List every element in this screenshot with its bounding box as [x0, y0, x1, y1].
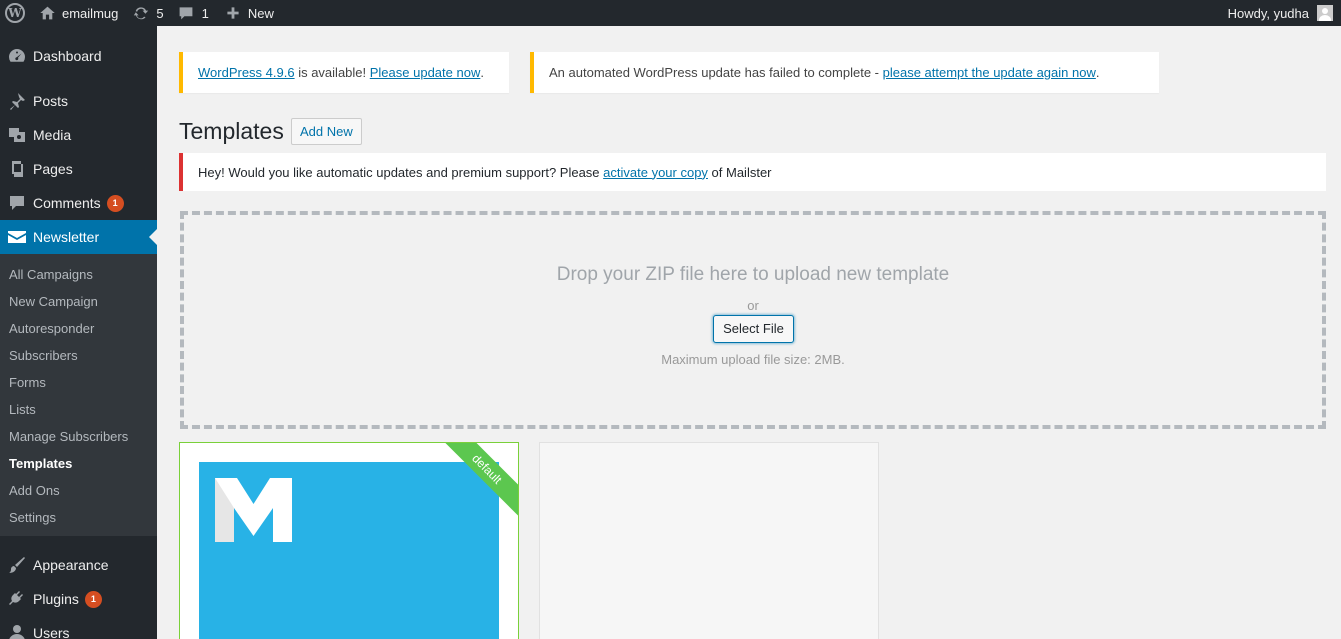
updates-icon — [134, 7, 149, 20]
new-content-menu[interactable]: New — [216, 0, 281, 26]
template-thumbnail[interactable] — [199, 462, 499, 639]
dashboard-icon — [7, 46, 27, 66]
updates-count: 5 — [156, 5, 164, 21]
submenu-templates[interactable]: Templates — [0, 450, 157, 477]
submenu-subscribers[interactable]: Subscribers — [0, 342, 157, 369]
plugin-icon — [7, 589, 27, 609]
upload-dropzone[interactable]: Drop your ZIP file here to upload new te… — [180, 211, 1326, 429]
menu-label: Pages — [33, 161, 73, 177]
submenu-lists[interactable]: Lists — [0, 396, 157, 423]
new-label: New — [247, 5, 274, 21]
submenu-settings[interactable]: Settings — [0, 504, 157, 531]
menu-label: Users — [33, 625, 70, 639]
brush-icon — [7, 555, 27, 575]
plugins-badge: 1 — [84, 590, 102, 608]
failed-update-notice: An automated WordPress update has failed… — [530, 52, 1159, 93]
menu-newsletter[interactable]: Newsletter — [0, 220, 157, 254]
plus-icon — [227, 7, 239, 19]
menu-label: Posts — [33, 93, 69, 109]
menu-pages[interactable]: Pages — [0, 152, 157, 186]
template-card-default[interactable]: default — [179, 442, 519, 639]
wordpress-logo-icon: W — [5, 3, 25, 23]
home-icon — [40, 6, 55, 20]
template-card-empty[interactable] — [539, 442, 879, 639]
dropzone-or: or — [747, 298, 759, 313]
submenu-forms[interactable]: Forms — [0, 369, 157, 396]
menu-plugins[interactable]: Plugins 1 — [0, 582, 157, 616]
menu-label: Plugins — [33, 591, 79, 607]
update-notice: WordPress 4.9.6 is available! Please upd… — [179, 52, 509, 93]
attempt-update-link[interactable]: please attempt the update again now — [883, 65, 1096, 80]
admin-menu: Dashboard Posts Media Pages Comments 1 N… — [0, 26, 157, 639]
site-name-label: emailmug — [62, 5, 119, 21]
greeting-label: Howdy, yudha — [1227, 5, 1309, 21]
comments-menu[interactable]: 1 — [171, 0, 216, 26]
activate-copy-link[interactable]: activate your copy — [603, 165, 708, 180]
comments-badge: 1 — [106, 194, 124, 212]
avatar — [1317, 5, 1333, 21]
select-file-button[interactable]: Select File — [713, 315, 794, 343]
submenu-new-campaign[interactable]: New Campaign — [0, 288, 157, 315]
main-content: WordPress 4.9.6 is available! Please upd… — [157, 26, 1341, 639]
media-icon — [7, 125, 27, 145]
updates-menu[interactable]: 5 — [125, 0, 170, 26]
failed-notice-text: An automated WordPress update has failed… — [549, 65, 883, 80]
newsletter-submenu: All Campaigns New Campaign Autoresponder… — [0, 254, 157, 536]
menu-label: Media — [33, 127, 72, 143]
menu-label: Newsletter — [33, 229, 100, 245]
submenu-all-campaigns[interactable]: All Campaigns — [0, 261, 157, 288]
my-account-menu[interactable]: Howdy, yudha — [1221, 0, 1337, 26]
menu-users[interactable]: Users — [0, 616, 157, 639]
menu-label: Dashboard — [33, 48, 102, 64]
comments-count: 1 — [201, 5, 209, 21]
max-upload-size: Maximum upload file size: 2MB. — [661, 352, 845, 367]
users-icon — [7, 623, 27, 639]
add-new-button[interactable]: Add New — [291, 118, 362, 145]
mailster-notice: Hey! Would you like automatic updates an… — [179, 153, 1326, 191]
menu-label: Appearance — [33, 557, 109, 573]
envelope-icon — [7, 227, 27, 247]
wordpress-version-link[interactable]: WordPress 4.9.6 — [198, 65, 295, 80]
comment-icon — [7, 193, 27, 213]
comment-bubble-icon — [179, 7, 192, 20]
submenu-autoresponder[interactable]: Autoresponder — [0, 315, 157, 342]
submenu-add-ons[interactable]: Add Ons — [0, 477, 157, 504]
menu-comments[interactable]: Comments 1 — [0, 186, 157, 220]
please-update-link[interactable]: Please update now — [370, 65, 481, 80]
pin-icon — [7, 91, 27, 111]
dropzone-title: Drop your ZIP file here to upload new te… — [556, 264, 950, 285]
menu-appearance[interactable]: Appearance — [0, 548, 157, 582]
update-notice-end: . — [480, 65, 484, 80]
page-title: Templates — [179, 118, 284, 144]
failed-notice-end: . — [1095, 65, 1100, 80]
menu-posts[interactable]: Posts — [0, 84, 157, 118]
mailster-notice-end: of Mailster — [707, 164, 772, 180]
menu-label: Comments — [33, 195, 101, 211]
mailster-notice-text: Hey! Would you like automatic updates an… — [198, 164, 604, 180]
admin-bar: W emailmug 5 1 New Howdy, yudha — [0, 0, 1341, 26]
menu-media[interactable]: Media — [0, 118, 157, 152]
pages-icon — [7, 159, 27, 179]
update-notice-text: is available! — [294, 65, 370, 80]
wp-logo-menu[interactable]: W — [0, 0, 35, 26]
menu-dashboard[interactable]: Dashboard — [0, 39, 157, 73]
mailster-logo-icon — [215, 478, 292, 542]
site-name-menu[interactable]: emailmug — [35, 0, 125, 26]
submenu-manage-subscribers[interactable]: Manage Subscribers — [0, 423, 157, 450]
